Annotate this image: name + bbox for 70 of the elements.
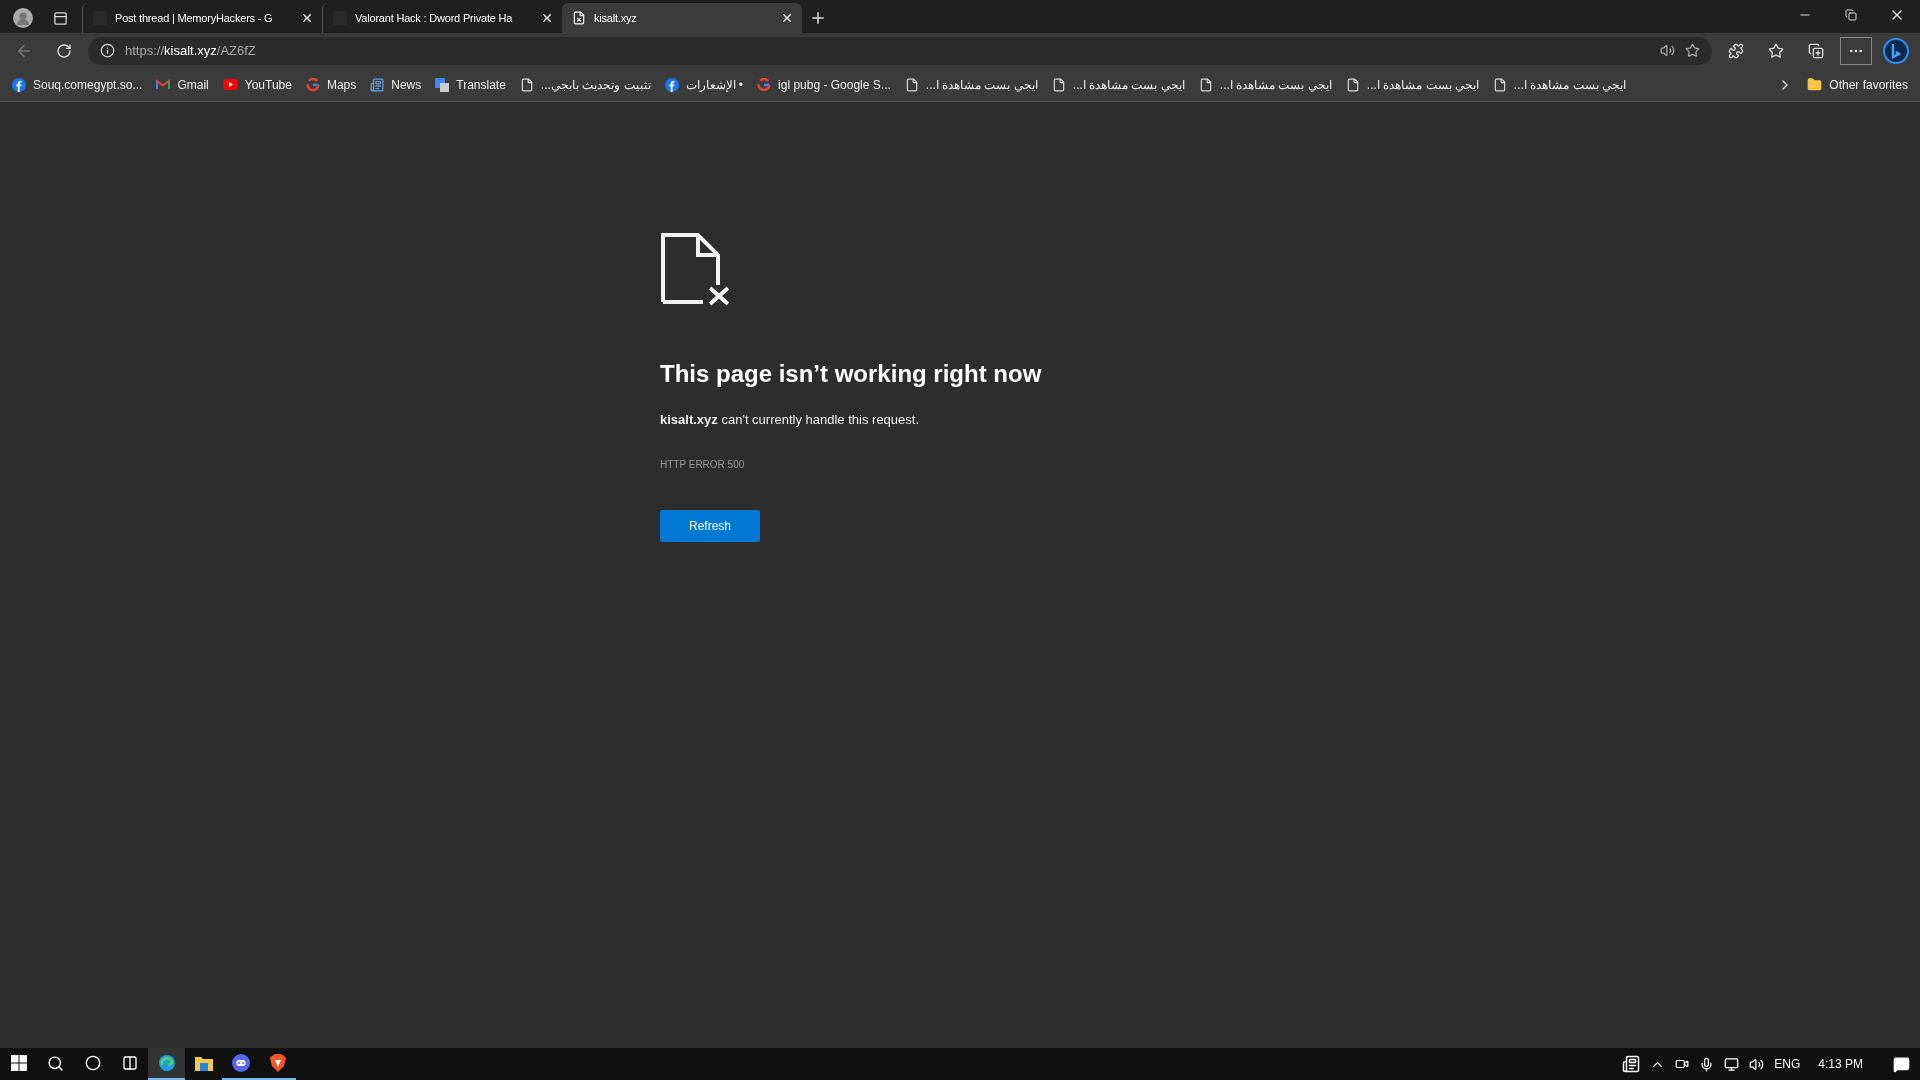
collections-icon[interactable] [1808,42,1824,59]
microphone-icon[interactable] [1699,1056,1715,1072]
play-icon [222,79,238,90]
network-icon[interactable] [1724,1056,1740,1072]
news-widget-icon[interactable] [1622,1055,1641,1073]
bookmark[interactable]: Souq.comegypt.so... [12,77,143,92]
camera-icon[interactable] [1675,1057,1690,1071]
extensions-icon[interactable] [1728,42,1744,59]
facebook-icon [12,77,26,92]
cortana-circle-icon[interactable] [84,1055,101,1071]
bookmark[interactable]: ايجي بست مشاهدة ا... [1051,77,1185,92]
page-icon [519,77,534,92]
new-tab-icon[interactable] [809,9,827,27]
refresh-button[interactable]: Refresh [660,510,760,542]
info-icon[interactable] [100,43,115,58]
error-title: This page isn’t working right now [660,360,1042,388]
page-icon [1051,77,1066,92]
search-icon[interactable] [47,1054,64,1072]
read-aloud-icon[interactable] [1660,43,1675,58]
taskbar-app[interactable] [148,1048,185,1080]
bookmark[interactable]: ايجي بست مشاهدة ا... [904,77,1038,92]
bookmark[interactable]: ايجي بست مشاهدة ا... [1492,77,1626,92]
reload-icon[interactable] [56,42,72,59]
bookmark[interactable]: تثبيت وتحديث بابجي... [519,77,651,92]
translate-icon [435,77,450,92]
mail-icon [156,79,171,90]
close-icon[interactable] [300,11,314,25]
page-icon [1198,77,1213,92]
page-icon [1345,77,1360,92]
page-icon [904,77,919,92]
broken-page-icon [660,232,732,306]
bookmark[interactable]: YouTube [222,77,292,92]
favorites-icon[interactable] [1768,42,1784,59]
close-icon[interactable] [540,11,554,25]
folder-icon [1807,77,1823,92]
windows-start-icon[interactable] [10,1055,27,1071]
google-icon [305,77,320,92]
tab-actions-icon[interactable] [52,10,68,26]
volume-icon[interactable] [1749,1056,1765,1072]
bookmark[interactable]: Gmail [156,77,209,92]
bookmark[interactable]: ايجي بست مشاهدة ا... [1345,77,1479,92]
language-indicator[interactable]: ENG [1774,1057,1801,1071]
lion-shield-icon [269,1054,286,1072]
other-favorites[interactable]: Other favorites [1807,77,1908,92]
close-icon[interactable] [780,11,794,25]
bookmark[interactable]: News [370,77,422,92]
facebook-icon [664,77,679,92]
clock[interactable]: 4:13 PM [1818,1057,1863,1071]
bookmark[interactable]: igl pubg - Google S... [757,77,891,92]
bookmark[interactable]: ايجي بست مشاهدة ا... [1198,77,1332,92]
browser-tab[interactable]: kisalt.xyz [562,3,802,33]
task-view-icon[interactable] [121,1055,138,1071]
favorite-add-icon[interactable] [1685,43,1700,58]
page-error-icon [572,11,586,25]
error-code: HTTP ERROR 500 [660,459,745,470]
bookmark[interactable]: Translate [435,77,506,92]
bookmark[interactable]: • الإشعارات [664,77,744,92]
folder-icon [194,1055,213,1071]
error-message: kisalt.xyz can't currently handle this request. [660,412,920,427]
newspaper-icon [370,77,385,92]
notifications-icon[interactable] [1893,1055,1910,1073]
google-icon [757,77,772,92]
assistant-icon[interactable] [1883,37,1909,64]
browser-icon [157,1054,176,1072]
restore-icon[interactable] [1845,9,1857,21]
chat-app-icon [231,1054,250,1072]
profile-avatar[interactable] [13,8,33,28]
bookmark[interactable]: Maps [305,77,357,92]
page-icon [1492,77,1507,92]
address-field[interactable]: https://kisalt.xyz/AZ6fZ [88,36,1712,65]
